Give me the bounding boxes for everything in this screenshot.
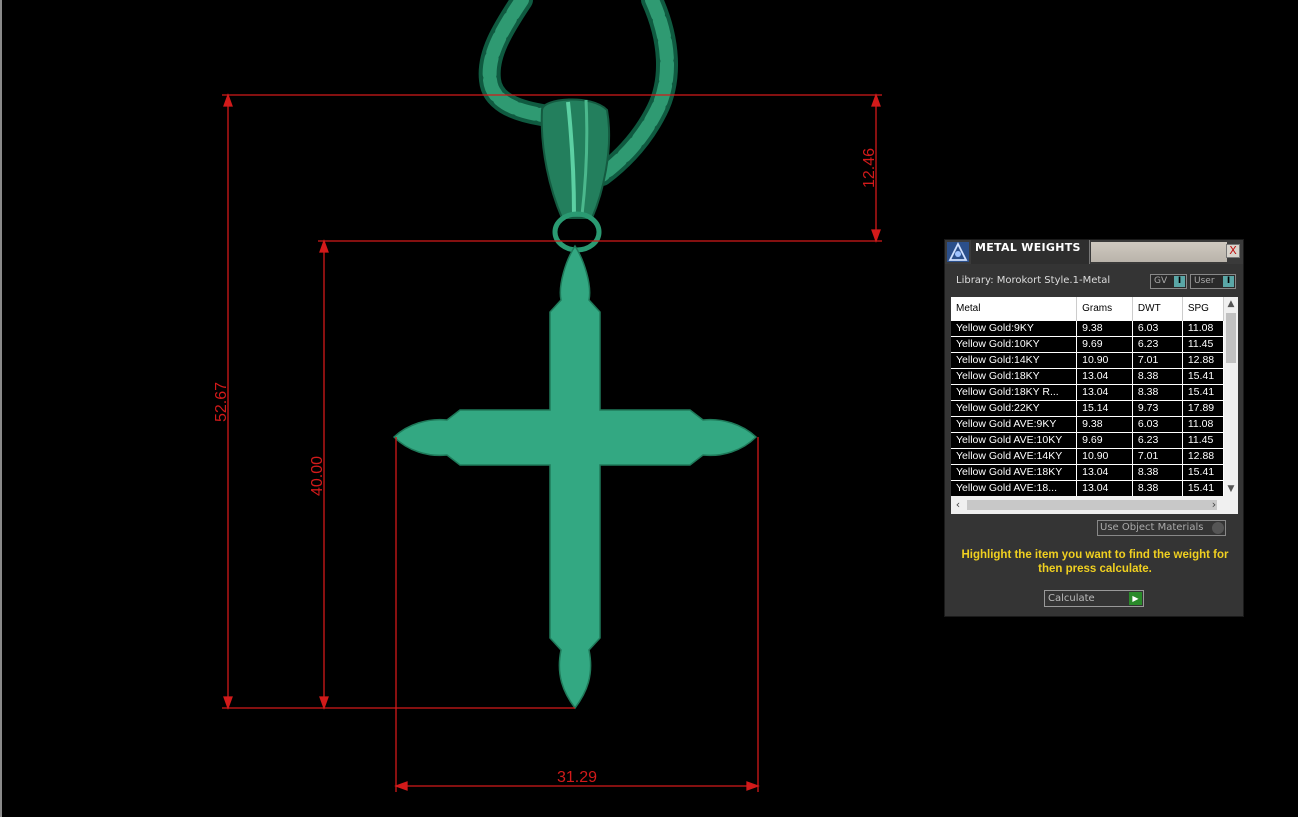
table-row[interactable]: Yellow Gold:10KY 9.69 6.23 11.45	[951, 337, 1224, 353]
cell-spg: 15.41	[1182, 369, 1224, 385]
cell-metal: Yellow Gold:10KY	[951, 337, 1078, 353]
bail-height-label: 12.46	[861, 148, 878, 188]
cell-grams: 10.90	[1077, 353, 1133, 369]
scroll-right-icon[interactable]: ›	[1207, 498, 1221, 511]
column-header-metal[interactable]: Metal	[951, 297, 1078, 321]
cell-spg: 15.41	[1182, 465, 1224, 481]
cell-spg: 12.88	[1182, 449, 1224, 465]
calculate-label: Calculate	[1048, 593, 1095, 604]
cross-pendant	[392, 244, 758, 710]
scroll-left-icon[interactable]: ‹	[951, 498, 965, 511]
cell-metal: Yellow Gold:9KY	[951, 321, 1078, 337]
cell-grams: 9.69	[1077, 433, 1133, 449]
cell-spg: 11.08	[1182, 417, 1224, 433]
titlebar-drag-area[interactable]	[1091, 242, 1227, 262]
cell-grams: 9.38	[1077, 321, 1133, 337]
cell-metal: Yellow Gold AVE:18...	[951, 481, 1078, 496]
cell-grams: 13.04	[1077, 481, 1133, 496]
cell-dwt: 6.03	[1132, 417, 1183, 433]
scroll-up-icon[interactable]: ▲	[1224, 297, 1238, 311]
instruction-text: Highlight the item you want to find the …	[961, 549, 1229, 575]
cell-spg: 17.89	[1182, 401, 1224, 417]
cell-grams: 9.38	[1077, 417, 1133, 433]
user-toggle-label: User	[1194, 276, 1215, 286]
cell-dwt: 6.23	[1132, 433, 1183, 449]
table-row[interactable]: Yellow Gold AVE:18KY 13.04 8.38 15.41	[951, 465, 1224, 481]
scroll-down-icon[interactable]: ▼	[1224, 482, 1238, 496]
table-row[interactable]: Yellow Gold:18KY 13.04 8.38 15.41	[951, 369, 1224, 385]
use-object-materials-label: Use Object Materials	[1100, 522, 1204, 533]
table-row[interactable]: Yellow Gold:9KY 9.38 6.03 11.08	[951, 321, 1224, 337]
column-header-grams[interactable]: Grams	[1077, 297, 1133, 321]
cell-metal: Yellow Gold AVE:9KY	[951, 417, 1078, 433]
column-header-spg[interactable]: SPG	[1183, 297, 1224, 321]
table-row[interactable]: Yellow Gold:22KY 15.14 9.73 17.89	[951, 401, 1224, 417]
table-row[interactable]: Yellow Gold:18KY R... 13.04 8.38 15.41	[951, 385, 1224, 401]
cell-metal: Yellow Gold:14KY	[951, 353, 1078, 369]
total-height-label: 52.67	[213, 382, 230, 422]
cell-grams: 13.04	[1077, 385, 1133, 401]
cell-spg: 11.45	[1182, 433, 1224, 449]
use-object-materials-toggle[interactable]: Use Object Materials	[1097, 520, 1226, 536]
cell-dwt: 8.38	[1133, 481, 1183, 496]
table-row[interactable]: Yellow Gold:14KY 10.90 7.01 12.88	[951, 353, 1224, 369]
play-arrow-icon: ▶	[1129, 592, 1142, 605]
library-label: Library: Morokort Style.1-Metal	[956, 275, 1111, 286]
cell-metal: Yellow Gold:22KY	[951, 401, 1078, 417]
cell-dwt: 8.38	[1132, 369, 1183, 385]
column-header-dwt[interactable]: DWT	[1133, 297, 1183, 321]
cell-spg: 15.41	[1182, 385, 1224, 401]
table-row[interactable]: Yellow Gold AVE:9KY 9.38 6.03 11.08	[951, 417, 1224, 433]
cell-dwt: 6.23	[1132, 337, 1183, 353]
cross-width-label: 31.29	[557, 769, 597, 786]
cell-metal: Yellow Gold:18KY	[951, 369, 1078, 385]
metal-weights-panel: METAL WEIGHTS X Library: Morokort Style.…	[944, 239, 1244, 617]
table-row[interactable]: Yellow Gold AVE:10KY 9.69 6.23 11.45	[951, 433, 1224, 449]
cell-grams: 13.04	[1077, 369, 1133, 385]
cell-grams: 13.04	[1077, 465, 1133, 481]
cell-grams: 15.14	[1077, 401, 1133, 417]
cell-metal: Yellow Gold:18KY R...	[951, 385, 1078, 401]
metal-table: Metal Grams DWT SPG Yellow Gold:9KY 9.38 6…	[951, 297, 1224, 496]
metal-table-container: Metal Grams DWT SPG Yellow Gold:9KY 9.38 6…	[951, 297, 1238, 514]
table-row[interactable]: Yellow Gold AVE:18... 13.04 8.38 15.41	[951, 481, 1224, 496]
cell-grams: 9.69	[1077, 337, 1133, 353]
table-row[interactable]: Yellow Gold AVE:14KY 10.90 7.01 12.88	[951, 449, 1224, 465]
toggle-knob-icon: I	[1174, 276, 1185, 287]
table-header: Metal Grams DWT SPG	[951, 297, 1224, 321]
cross-height-label: 40.00	[309, 456, 326, 496]
radio-knob-icon	[1212, 522, 1224, 534]
cell-spg: 12.88	[1182, 353, 1224, 369]
scroll-thumb[interactable]	[967, 500, 1217, 510]
calculate-button[interactable]: Calculate ▶	[1044, 590, 1144, 607]
app-logo-icon	[947, 242, 969, 262]
cell-metal: Yellow Gold AVE:10KY	[951, 433, 1078, 449]
panel-title: METAL WEIGHTS	[975, 241, 1081, 254]
cell-dwt: 9.73	[1132, 401, 1183, 417]
vertical-scrollbar[interactable]: ▲ ▼	[1224, 297, 1238, 496]
cell-dwt: 7.01	[1132, 353, 1183, 369]
table-body: Yellow Gold:9KY 9.38 6.03 11.08 Yellow Gold:…	[951, 321, 1224, 496]
toggle-knob-icon: I	[1223, 276, 1234, 287]
pendant-bail	[540, 98, 611, 253]
cell-dwt: 8.38	[1132, 465, 1183, 481]
gv-toggle-label: GV	[1154, 276, 1168, 286]
user-toggle[interactable]: User I	[1190, 274, 1236, 289]
gv-toggle[interactable]: GV I	[1150, 274, 1187, 289]
cell-spg: 15.41	[1183, 481, 1224, 496]
scroll-thumb[interactable]	[1226, 313, 1236, 363]
close-button[interactable]: X	[1226, 244, 1240, 258]
horizontal-scrollbar[interactable]: ‹ ›	[951, 496, 1238, 514]
cell-spg: 11.45	[1182, 337, 1224, 353]
cell-metal: Yellow Gold AVE:14KY	[951, 449, 1078, 465]
cell-grams: 10.90	[1077, 449, 1133, 465]
cell-dwt: 7.01	[1132, 449, 1183, 465]
cell-dwt: 8.38	[1132, 385, 1183, 401]
cell-spg: 11.08	[1182, 321, 1224, 337]
cell-dwt: 6.03	[1132, 321, 1183, 337]
cell-metal: Yellow Gold AVE:18KY	[951, 465, 1078, 481]
panel-titlebar[interactable]: METAL WEIGHTS X	[945, 240, 1243, 264]
